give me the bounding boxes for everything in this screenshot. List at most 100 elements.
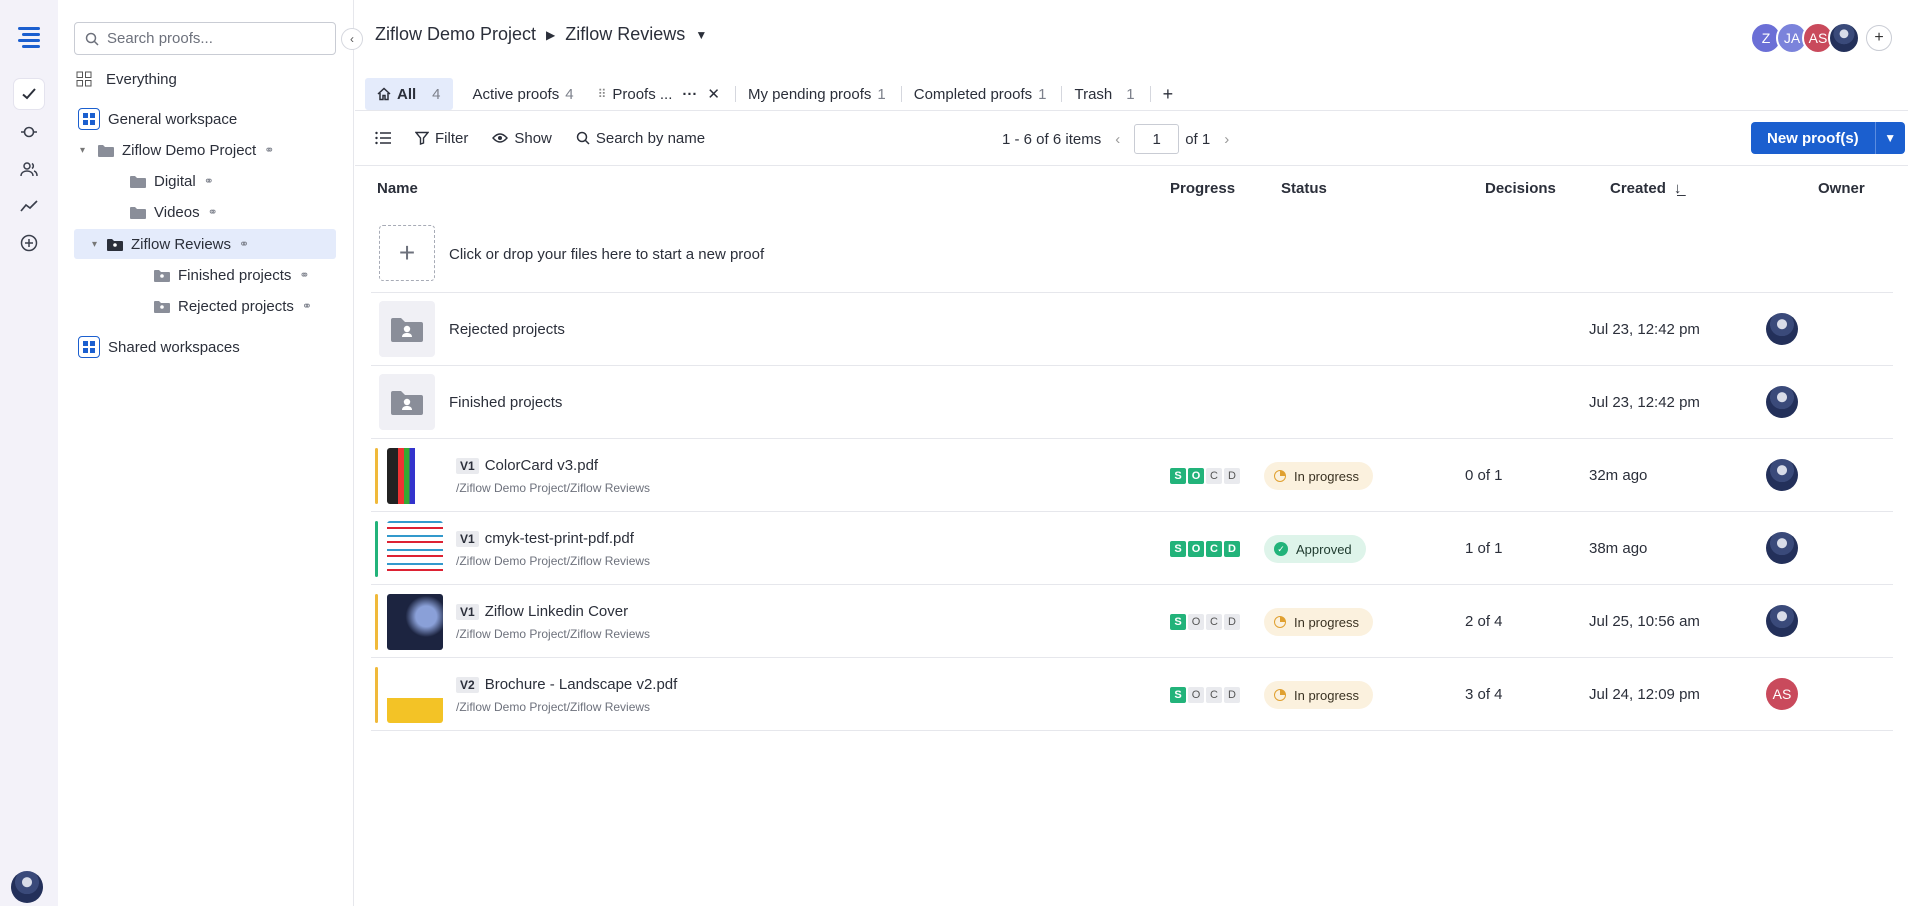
close-icon[interactable]: ✕ [707,85,720,103]
stage-c[interactable]: C [1206,614,1222,630]
col-header-created[interactable]: Created ↓̲ [1610,180,1681,197]
tab-label: Completed proofs [913,85,1033,103]
tab-all[interactable]: All 4 [365,78,453,110]
col-header-name[interactable]: Name [377,180,418,197]
new-proof-dropdown-button[interactable]: ▼ [1874,122,1905,154]
search-by-name-button[interactable]: Search by name [576,130,705,147]
proof-row[interactable]: V1 Ziflow Linkedin Cover /Ziflow Demo Pro… [371,585,1893,658]
tab-proofs-custom[interactable]: ⠿ Proofs ... ··· ✕ [586,78,737,110]
tree-item-ziflow-demo-project[interactable]: ▾ Ziflow Demo Project ⚭ [80,135,274,165]
folder-row[interactable]: Finished projects Jul 23, 12:42 pm [371,366,1893,439]
tab-completed-proofs[interactable]: Completed proofs 1 [902,78,1063,110]
proof-row[interactable]: V1 ColorCard v3.pdf /Ziflow Demo Project/… [371,439,1893,512]
tree-item-digital[interactable]: Digital ⚭ [130,166,214,196]
current-user-avatar[interactable] [11,871,43,903]
add-tab-button[interactable]: + [1151,78,1186,110]
next-page-icon[interactable]: › [1224,131,1229,148]
stage-c[interactable]: C [1206,687,1222,703]
tab-active-proofs[interactable]: Active proofs 4 [461,78,586,110]
breadcrumb-project[interactable]: Ziflow Demo Project [375,24,536,45]
folder-row[interactable]: Rejected projects Jul 23, 12:42 pm [371,293,1893,366]
tree-item-shared-workspaces[interactable]: Shared workspaces [78,332,240,362]
tree-item-videos[interactable]: Videos ⚭ [130,197,218,227]
tab-trash[interactable]: Trash 1 [1062,78,1151,110]
page-number-input[interactable]: 1 [1134,124,1180,154]
collaborator-avatar-photo[interactable] [1828,22,1860,54]
proof-row[interactable]: V2 Brochure - Landscape v2.pdf /Ziflow De… [371,658,1893,731]
plus-icon[interactable]: + [379,225,435,281]
proof-name[interactable]: V1 Ziflow Linkedin Cover [456,603,628,620]
show-button[interactable]: Show [492,130,552,147]
add-collaborator-button[interactable]: + [1866,25,1892,51]
plus-icon: + [1874,29,1884,46]
analytics-icon[interactable] [14,191,44,221]
breadcrumb-folder[interactable]: Ziflow Reviews [565,24,685,45]
col-header-status[interactable]: Status [1281,180,1327,197]
proof-name[interactable]: V2 Brochure - Landscape v2.pdf [456,676,677,693]
owner-avatar[interactable]: AS [1766,678,1798,710]
tree-item-general-workspace[interactable]: General workspace [78,104,237,134]
stage-o[interactable]: O [1188,687,1204,703]
owner-avatar[interactable] [1766,386,1798,418]
ziflow-logo-icon[interactable] [14,22,44,52]
drag-handle-icon[interactable]: ⠿ [598,87,607,101]
stage-c[interactable]: C [1206,468,1222,484]
folder-name[interactable]: Rejected projects [449,321,565,338]
owner-avatar[interactable] [1766,532,1798,564]
owner-avatar[interactable] [1766,313,1798,345]
tree-item-rejected-projects[interactable]: Rejected projects ⚭ [154,291,312,321]
stage-s[interactable]: S [1170,468,1186,484]
col-header-owner[interactable]: Owner [1818,180,1865,197]
tab-count: 4 [432,85,441,103]
tree-item-finished-projects[interactable]: Finished projects ⚭ [154,260,309,290]
stage-o[interactable]: O [1188,468,1204,484]
prev-page-icon[interactable]: ‹ [1115,131,1120,148]
stage-o[interactable]: O [1188,541,1204,557]
chevron-down-icon[interactable]: ▼ [695,28,707,42]
stage-d[interactable]: D [1224,687,1240,703]
tab-label: All [397,85,417,103]
add-circle-icon[interactable] [14,228,44,258]
proof-thumbnail[interactable] [387,521,443,577]
caret-down-icon[interactable]: ▾ [80,145,90,156]
proof-thumbnail[interactable] [387,594,443,650]
integrations-icon[interactable] [14,117,44,147]
col-header-decisions[interactable]: Decisions [1485,180,1556,197]
sort-desc-icon[interactable]: ↓̲ [1674,180,1682,197]
stage-s[interactable]: S [1170,541,1186,557]
tab-my-pending-proofs[interactable]: My pending proofs 1 [736,78,902,110]
tree-label: Rejected projects [178,297,294,315]
search-proofs-input[interactable]: Search proofs... [74,22,336,55]
stage-o[interactable]: O [1188,614,1204,630]
folder-name[interactable]: Finished projects [449,394,562,411]
tree-item-ziflow-reviews[interactable]: ▾ Ziflow Reviews ⚭ [74,229,336,259]
new-proof-button[interactable]: New proof(s) [1751,122,1875,154]
owner-avatar[interactable] [1766,459,1798,491]
view-list-button[interactable] [375,131,391,145]
stage-s[interactable]: S [1170,687,1186,703]
collapse-sidebar-button[interactable]: ‹ [341,28,363,50]
tab-label: My pending proofs [747,85,872,103]
stage-c[interactable]: C [1206,541,1222,557]
more-options-icon[interactable]: ··· [682,86,697,103]
stage-s[interactable]: S [1170,614,1186,630]
filter-button[interactable]: Filter [415,130,468,147]
caret-down-icon[interactable]: ▾ [92,239,102,250]
col-header-progress[interactable]: Progress [1170,180,1235,197]
proof-name[interactable]: V1 cmyk-test-print-pdf.pdf [456,530,634,547]
owner-avatar[interactable] [1766,605,1798,637]
page-of: of 1 [1185,130,1211,148]
stage-d[interactable]: D [1224,614,1240,630]
proof-thumbnail[interactable] [387,448,443,504]
proof-row[interactable]: V1 cmyk-test-print-pdf.pdf /Ziflow Demo P… [371,512,1893,585]
stage-d[interactable]: D [1224,541,1240,557]
people-icon[interactable] [14,154,44,184]
tree-item-everything[interactable]: Everything [76,64,177,94]
stage-d[interactable]: D [1224,468,1240,484]
proof-thumbnail[interactable] [387,667,443,723]
progress-stages: S O C D [1170,468,1240,484]
proof-name[interactable]: V1 ColorCard v3.pdf [456,457,598,474]
dropzone-row[interactable]: + Click or drop your files here to start… [371,210,1893,293]
status-text: In progress [1294,687,1360,703]
proofs-check-icon[interactable] [14,79,44,109]
